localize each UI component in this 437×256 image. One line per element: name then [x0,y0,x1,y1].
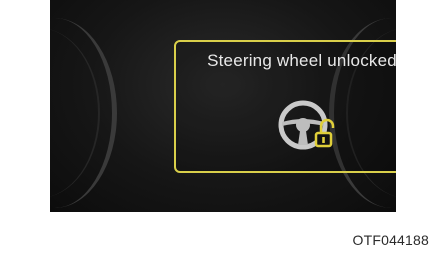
steering-wheel-unlocked-icon [278,100,335,150]
figure-code: OTF044188 [352,232,429,248]
cluster-display: Steering wheel unlocked [50,0,396,212]
warning-message-text: Steering wheel unlocked [207,51,396,70]
warning-message-box: Steering wheel unlocked [174,40,396,173]
